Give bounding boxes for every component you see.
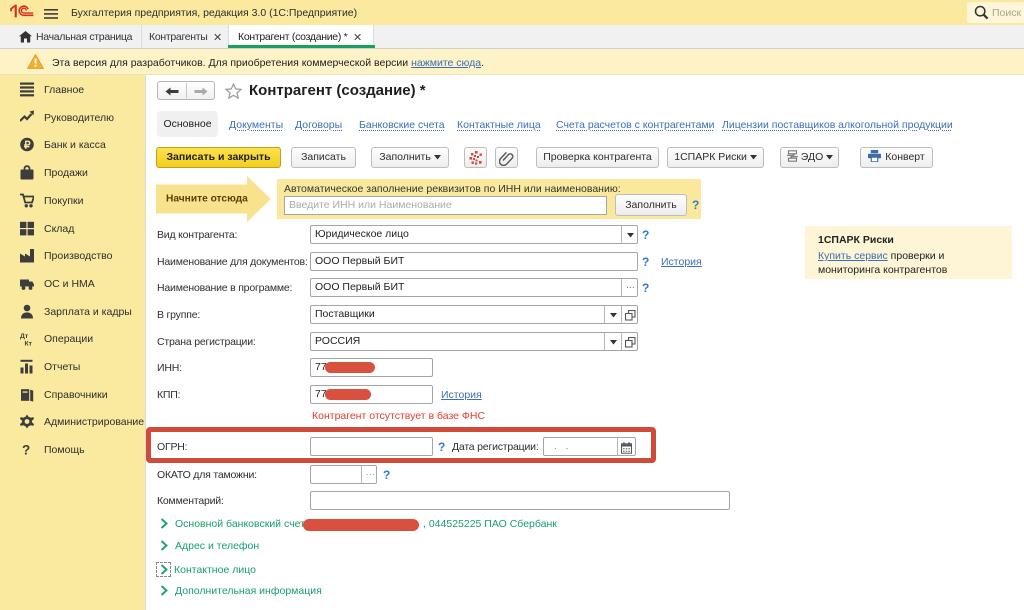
svg-text:Начните отсюда: Начните отсюда (166, 194, 248, 205)
svg-text:?: ? (22, 443, 30, 458)
svg-text:₽: ₽ (24, 139, 31, 151)
svg-text:Дт: Дт (20, 333, 29, 340)
svg-text:Кт: Кт (25, 341, 33, 347)
